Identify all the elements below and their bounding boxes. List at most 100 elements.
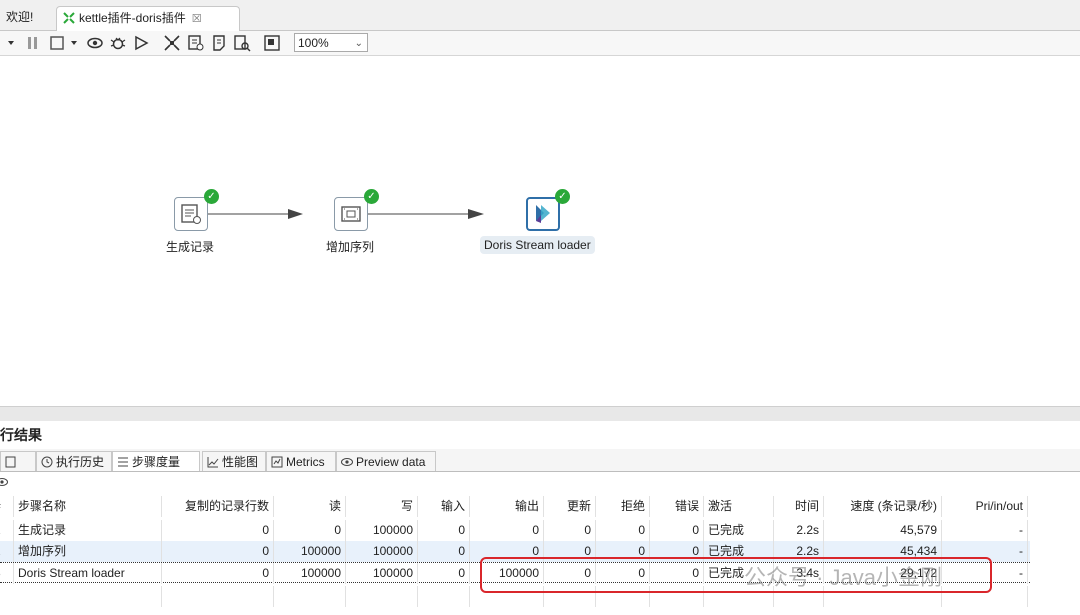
- transformation-canvas[interactable]: ✓ 生成记录 ✓ 增加序列 ✓ Doris Stream loader: [0, 56, 1080, 406]
- replay-icon[interactable]: [133, 34, 151, 52]
- read-cell: 0: [274, 520, 346, 541]
- tab-welcome[interactable]: 欢迎!: [0, 6, 61, 28]
- add-sequence-icon: [341, 206, 361, 222]
- preview-icon[interactable]: [86, 34, 104, 52]
- log-icon: [5, 456, 16, 468]
- show-results-icon[interactable]: [263, 34, 281, 52]
- updated-cell: 0: [544, 520, 596, 541]
- step-name-cell: Doris Stream loader: [14, 563, 162, 584]
- chart-icon: [207, 457, 219, 468]
- impact-icon[interactable]: [187, 34, 205, 52]
- explore-db-icon[interactable]: [233, 34, 251, 52]
- tab-preview-data[interactable]: Preview data: [336, 451, 436, 471]
- verify-icon[interactable]: [163, 34, 181, 52]
- speed-cell: 45,579: [824, 520, 942, 541]
- transformation-toolbar: 100% ⌄: [0, 31, 1080, 56]
- success-check-icon: ✓: [204, 189, 219, 204]
- success-check-icon: ✓: [555, 189, 570, 204]
- stop-icon[interactable]: [48, 34, 66, 52]
- close-tab-icon[interactable]: ☒: [192, 13, 202, 25]
- column-header[interactable]: 错误: [650, 496, 704, 517]
- tab-metrics-label: Metrics: [286, 455, 325, 469]
- status-cell: 已完成: [704, 520, 774, 541]
- column-header[interactable]: 输入: [418, 496, 470, 517]
- step-doris-stream-loader[interactable]: [526, 197, 560, 231]
- read-cell: 100000: [274, 563, 346, 584]
- history-icon: [41, 456, 53, 468]
- results-toolbar: [0, 472, 1080, 494]
- step-metrics-icon: [118, 457, 128, 467]
- copies-cell: 0: [162, 520, 274, 541]
- zoom-value: 100%: [298, 36, 329, 50]
- tab-performance-graph-label: 性能图: [222, 455, 259, 469]
- run-dropdown-icon[interactable]: [4, 34, 22, 52]
- metrics-icon: [271, 456, 283, 468]
- column-header[interactable]: 步骤名称: [14, 496, 162, 517]
- tab-transformation-label: kettle插件-doris插件: [79, 11, 186, 25]
- written-cell: 100000: [346, 563, 418, 584]
- pri-in-out-cell: -: [942, 520, 1028, 541]
- step-name-cell: 生成记录: [14, 520, 162, 541]
- column-header[interactable]: 写: [346, 496, 418, 517]
- row-number: 3: [0, 563, 14, 584]
- step-add-sequence[interactable]: [334, 197, 368, 231]
- tab-execution-history-label: 执行历史: [56, 455, 105, 469]
- column-header[interactable]: 更新: [544, 496, 596, 517]
- column-header[interactable]: 复制的记录行数: [162, 496, 274, 517]
- results-tab-bar: 日志 执行历史 步骤度量 性能图 Metrics Preview data: [0, 449, 1080, 489]
- written-cell: 100000: [346, 541, 418, 562]
- column-header[interactable]: Pri/in/out: [942, 496, 1028, 517]
- written-cell: 100000: [346, 520, 418, 541]
- time-cell: 2.2s: [774, 520, 824, 541]
- hop-arrow-icon: [468, 209, 484, 219]
- copies-cell: 0: [162, 563, 274, 584]
- input-cell: 0: [418, 520, 470, 541]
- doris-icon: [536, 205, 550, 223]
- output-cell: 0: [470, 520, 544, 541]
- chevron-down-icon: ⌄: [354, 38, 363, 49]
- column-header[interactable]: 读: [274, 496, 346, 517]
- sql-icon[interactable]: [210, 34, 228, 52]
- tab-log[interactable]: 日志: [0, 451, 36, 489]
- generate-rows-icon: [181, 204, 201, 224]
- tab-metrics[interactable]: Metrics: [266, 451, 336, 471]
- step-name-cell: 增加序列: [14, 541, 162, 562]
- view-icon[interactable]: [0, 476, 8, 488]
- step-generate-rows[interactable]: [174, 197, 208, 231]
- tab-transformation[interactable]: kettle插件-doris插件 ☒: [56, 6, 240, 31]
- column-header: #: [0, 496, 14, 517]
- step-label: Doris Stream loader: [480, 236, 595, 254]
- watermark-text: 公众号 · Java小金刚: [744, 565, 943, 590]
- transformation-icon: [63, 12, 75, 24]
- table-header-row: # 步骤名称 复制的记录行数 读 写 输入 输出 更新 拒绝 错误 激活 时间 …: [0, 496, 1030, 517]
- column-header[interactable]: 速度 (条记录/秒): [824, 496, 942, 517]
- rejected-cell: 0: [596, 520, 650, 541]
- tab-performance-graph[interactable]: 性能图: [202, 451, 266, 471]
- success-check-icon: ✓: [364, 189, 379, 204]
- tab-step-metrics-label: 步骤度量: [132, 455, 181, 469]
- step-label: 增加序列: [326, 240, 375, 254]
- panel-splitter[interactable]: [0, 406, 1080, 421]
- column-header[interactable]: 输出: [470, 496, 544, 517]
- hop-connectors: [208, 209, 484, 219]
- column-header[interactable]: 拒绝: [596, 496, 650, 517]
- pause-icon[interactable]: [24, 34, 42, 52]
- debug-icon[interactable]: [109, 34, 127, 52]
- column-header[interactable]: 激活: [704, 496, 774, 517]
- row-number: 1: [0, 520, 14, 541]
- errors-cell: 0: [650, 520, 704, 541]
- tab-step-metrics[interactable]: 步骤度量: [112, 451, 200, 471]
- zoom-select[interactable]: 100% ⌄: [294, 33, 368, 52]
- stop-dropdown-icon[interactable]: [66, 34, 84, 52]
- column-header[interactable]: 时间: [774, 496, 824, 517]
- step-label: 生成记录: [166, 240, 215, 254]
- input-cell: 0: [418, 541, 470, 562]
- tab-execution-history[interactable]: 执行历史: [36, 451, 112, 471]
- editor-tab-bar: 欢迎! kettle插件-doris插件 ☒: [0, 0, 1080, 31]
- row-number: 2: [0, 541, 14, 562]
- copies-cell: 0: [162, 541, 274, 562]
- table-row[interactable]: 1 生成记录 0 0 100000 0 0 0 0 0 已完成 2.2s 45,…: [0, 520, 1030, 541]
- read-cell: 100000: [274, 541, 346, 562]
- input-cell: 0: [418, 563, 470, 584]
- eye-icon: [341, 458, 353, 466]
